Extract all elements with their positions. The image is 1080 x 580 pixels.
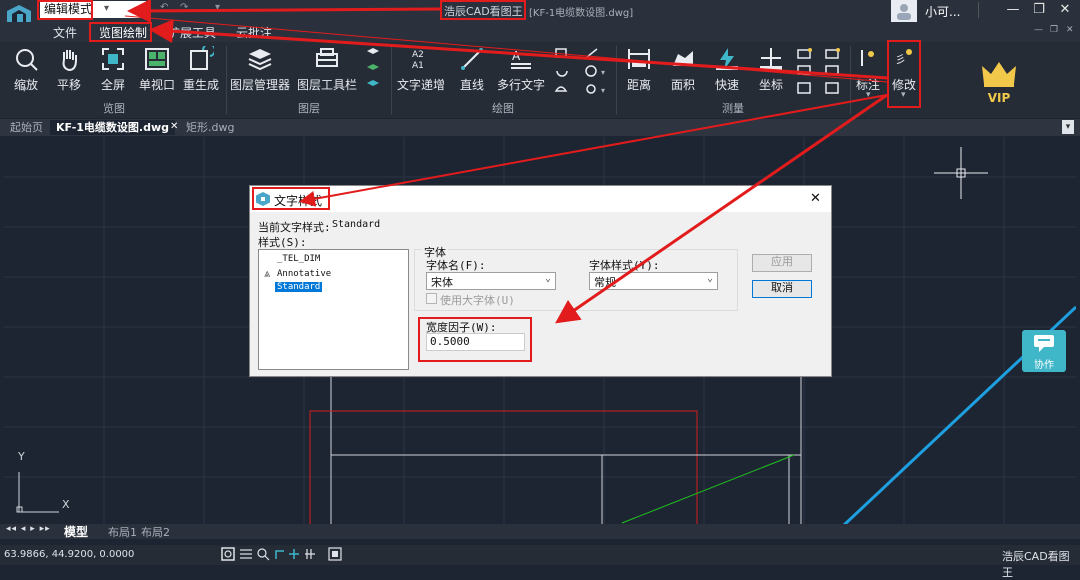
tab-layout1[interactable]: 布局1 bbox=[108, 524, 137, 540]
status-bar bbox=[0, 545, 1080, 565]
arrow-to-dialog bbox=[299, 94, 888, 207]
annotation-arrows bbox=[124, 0, 889, 324]
status-toggle-icons[interactable] bbox=[221, 547, 349, 562]
arrow-to-menu bbox=[149, 19, 889, 80]
tab-model[interactable]: 模型 bbox=[64, 523, 88, 540]
arrow-thin-line bbox=[124, 15, 889, 83]
brand-label: 浩辰CAD看图王 bbox=[1002, 550, 1070, 579]
tab-layout2[interactable]: 布局2 bbox=[141, 524, 170, 540]
arrow-to-width-factor bbox=[555, 93, 888, 324]
layout-nav-buttons[interactable]: ◂◂ ◂ ▸ ▸▸ bbox=[6, 524, 51, 534]
arrow-to-mode bbox=[127, 0, 441, 23]
coordinate-readout: 63.9866, 44.9200, 0.0000 bbox=[4, 549, 135, 560]
